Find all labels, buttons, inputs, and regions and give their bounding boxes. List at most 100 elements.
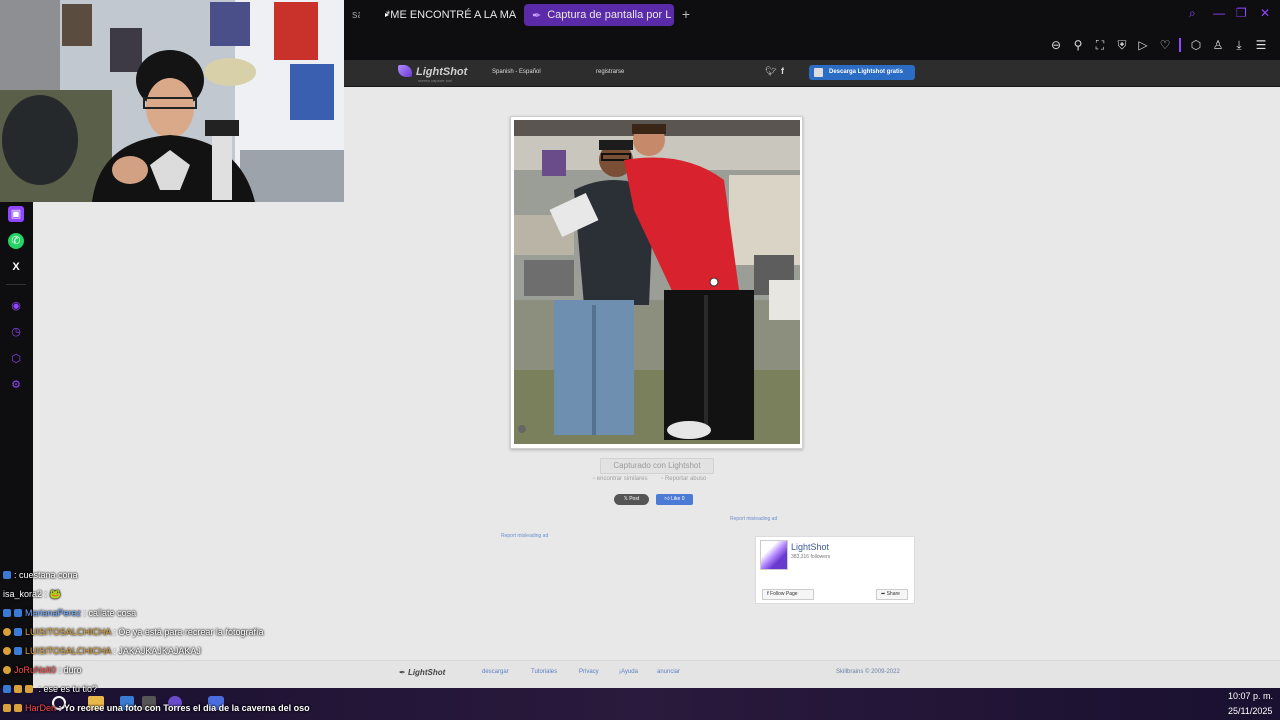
- share-label: Share: [886, 591, 900, 597]
- screenshot-icon[interactable]: ⛶: [1092, 37, 1108, 53]
- play-icon[interactable]: ▷: [1135, 37, 1151, 53]
- chat-username[interactable]: isa_kora2: [3, 589, 42, 599]
- footer-link-privacy[interactable]: Privacy: [579, 669, 599, 675]
- capture-caption[interactable]: Capturado con Lightshot: [600, 458, 714, 474]
- lightshot-page-avatar[interactable]: [760, 540, 788, 570]
- close-icon[interactable]: ✕: [1260, 6, 1270, 20]
- history-icon[interactable]: ◷: [8, 324, 24, 340]
- register-link[interactable]: registrarse: [596, 69, 624, 75]
- badge-icon: [25, 685, 33, 693]
- badge-icon: [3, 628, 11, 636]
- report-abuse-link[interactable]: ▫ Reportar abuso: [661, 476, 712, 482]
- badge-icon: [3, 685, 11, 693]
- find-similar-link[interactable]: ▫ encontrar similares: [593, 476, 653, 482]
- footer-link-tutoriales[interactable]: Tutoriales: [531, 669, 557, 675]
- profile-icon[interactable]: ♙: [1210, 37, 1226, 53]
- fb-followers: 383,316 followers: [791, 554, 831, 560]
- emote-icon: 🐸: [49, 589, 61, 599]
- webcam-overlay: [0, 0, 344, 202]
- chat-text: : Oe ya está para recrear la fotografía: [113, 627, 264, 637]
- search-tabs-icon[interactable]: ⌕: [1189, 6, 1196, 21]
- feather-icon: ✒: [532, 9, 542, 22]
- tab-label: sa: [352, 9, 360, 21]
- menu-icon[interactable]: ☰: [1253, 37, 1269, 53]
- x-post-button[interactable]: 𝕏 Post: [614, 494, 649, 505]
- badge-icon: [14, 609, 22, 617]
- twitch-icon[interactable]: ▣: [8, 206, 24, 222]
- footer-copyright: Skillbrains © 2009-2022: [836, 669, 900, 675]
- footer-link-ayuda[interactable]: ¡Ayuda: [619, 669, 638, 675]
- chat-message: LUISITOSALCHICHA : Oe ya está para recre…: [3, 627, 263, 637]
- badge-icon: [14, 704, 22, 712]
- report-ad-link[interactable]: Report misleading ad: [501, 533, 548, 539]
- fb-share-button[interactable]: ➦ Share: [876, 589, 908, 600]
- download-lightshot-button[interactable]: Descarga Lightshot gratis: [809, 65, 915, 80]
- post-label: Post: [629, 496, 640, 502]
- badge-icon: [3, 609, 11, 617]
- logo-subtitle: screen capture tool: [418, 78, 453, 83]
- heart-icon[interactable]: ♡: [1157, 37, 1173, 53]
- whatsapp-icon[interactable]: ✆: [8, 233, 24, 249]
- footer-link-anunciar[interactable]: anunciar: [657, 669, 680, 675]
- share-icon: ➦: [881, 591, 886, 597]
- image-actions: ▫ encontrar similares ▫ Reportar abuso: [593, 476, 718, 482]
- chat-text: : cuestana cona: [14, 570, 78, 580]
- new-tab-button[interactable]: +: [678, 6, 694, 22]
- fb-page-name[interactable]: LightShot: [791, 542, 829, 552]
- badge-icon: [14, 628, 22, 636]
- lightshot-logo-icon: [398, 65, 412, 77]
- chat-text: : JAKAJKAJKAJAKAJ: [113, 646, 201, 656]
- chat-text: : Yo recree una foto con Torres el dia d…: [58, 703, 310, 713]
- badge-icon: [14, 647, 22, 655]
- play-circle-icon[interactable]: ◉: [8, 298, 24, 314]
- chat-message: HarDen : Yo recree una foto con Torres e…: [3, 703, 310, 713]
- facebook-like-button[interactable]: 👍︎ Like 0: [656, 494, 693, 505]
- footer-link-descargar[interactable]: descargar: [482, 669, 509, 675]
- minimize-icon[interactable]: —: [1213, 6, 1225, 20]
- tab-lightshot-active[interactable]: ✒ Captura de pantalla por L: [524, 4, 674, 26]
- shield-icon[interactable]: ⛨: [1114, 37, 1130, 53]
- photo-illustration: [514, 120, 800, 444]
- follow-label: Follow Page: [770, 591, 798, 597]
- clock-date[interactable]: 25/11/2025: [1228, 706, 1272, 716]
- chat-text: : ese es tu tio?: [38, 684, 98, 694]
- language-selector[interactable]: Spanish - Español: [492, 69, 541, 75]
- maximize-icon[interactable]: ❐: [1236, 6, 1247, 20]
- chat-username[interactable]: JoRuNsIt0: [14, 665, 56, 675]
- zoom-icon[interactable]: ⊖: [1048, 37, 1064, 53]
- pin-icon[interactable]: ⚲: [1070, 37, 1086, 53]
- fb-follow-button[interactable]: f Follow Page: [762, 589, 814, 600]
- badge-icon: [3, 666, 11, 674]
- facebook-icon[interactable]: f: [781, 66, 784, 76]
- facebook-icon: f: [767, 591, 769, 597]
- extension-icon[interactable]: ⬡: [8, 351, 24, 367]
- settings-icon[interactable]: ⚙: [8, 377, 24, 393]
- chat-message: : ese es tu tio?: [3, 684, 97, 694]
- download-icon: [814, 68, 823, 77]
- report-ad-link[interactable]: Report misleading ad: [730, 516, 777, 522]
- footer-logo[interactable]: ✒ LightShot: [399, 668, 445, 677]
- chat-message: : cuestana cona: [3, 570, 78, 580]
- x-icon[interactable]: X: [8, 259, 24, 275]
- chat-username[interactable]: MarianaPerez: [25, 608, 81, 618]
- chat-text: : callate cosa: [83, 608, 137, 618]
- chat-username[interactable]: LUISITOSALCHICHA: [25, 627, 111, 637]
- download-icon[interactable]: ⤓: [1231, 37, 1247, 53]
- chat-message: MarianaPerez : callate cosa: [3, 608, 136, 618]
- tab-youtube-video[interactable]: *ME ENCONTRÉ A LA MA: [372, 4, 520, 26]
- screen: sa *ME ENCONTRÉ A LA MA ✒ Captura de pan…: [0, 0, 1280, 720]
- screenshot-image[interactable]: [514, 120, 800, 444]
- lightshot-logo[interactable]: LightShot: [398, 65, 467, 78]
- extension-icon[interactable]: ⬡: [1188, 37, 1204, 53]
- clock-time[interactable]: 10:07 p. m.: [1228, 691, 1273, 701]
- report-abuse-label: Reportar abuso: [664, 476, 707, 482]
- chat-text: :: [44, 589, 48, 599]
- chat-username[interactable]: LUISITOSALCHICHA: [25, 646, 111, 656]
- logo-text: LightShot: [416, 66, 468, 78]
- dock-divider: [6, 284, 26, 285]
- chat-text: : duro: [58, 665, 82, 675]
- tab-partial[interactable]: sa: [344, 4, 360, 26]
- badge-icon: [3, 571, 11, 579]
- twitter-icon[interactable]: 🐦︎: [765, 66, 776, 77]
- chat-username[interactable]: HarDen: [25, 703, 56, 713]
